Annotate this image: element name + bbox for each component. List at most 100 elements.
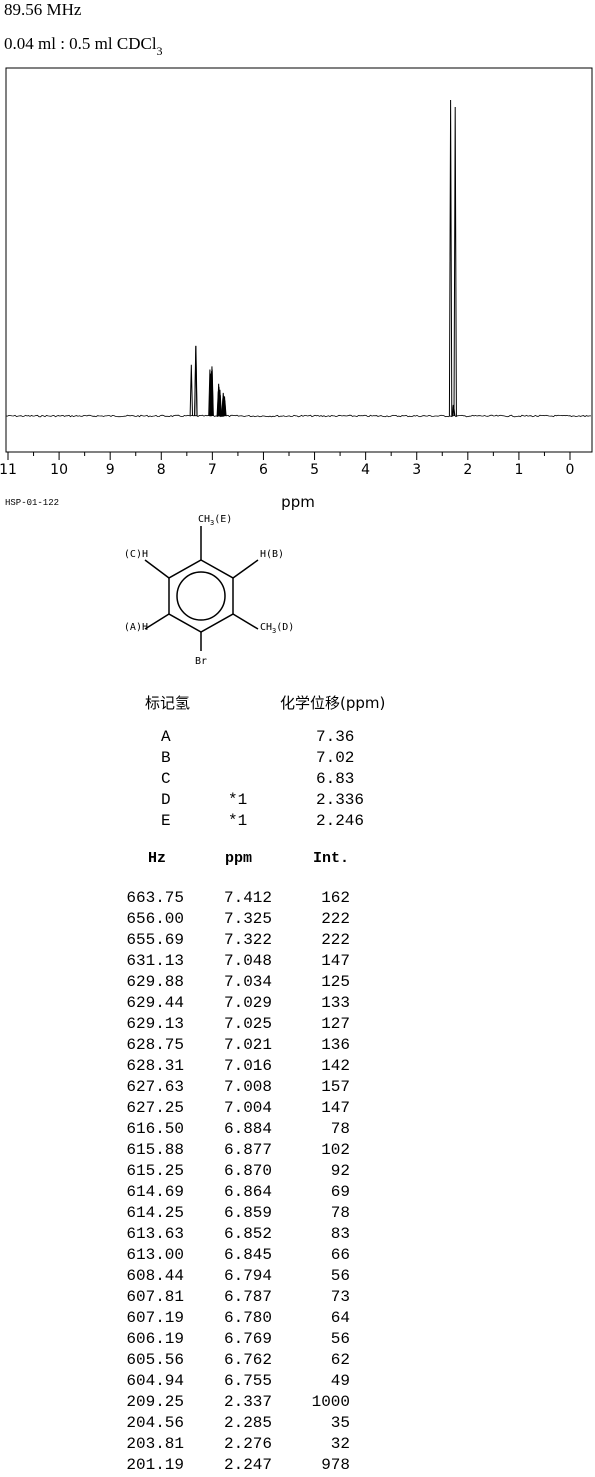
peak-ppm: 7.322 [223,931,272,949]
peak-row: 604.94 6.755 49 [0,1372,595,1393]
peak-hz: 627.63 [126,1078,184,1096]
peak-ppm: 7.034 [223,973,272,991]
peak-row: 615.88 6.877 102 [0,1141,595,1162]
peak-header-ppm: ppm [225,850,253,867]
x-tick-label: 7 [208,462,217,478]
peak-ppm: 7.004 [223,1099,272,1117]
assignment-shift: 2.336 [316,791,365,809]
peak-intensity: 66 [330,1246,350,1264]
peak-hz: 615.25 [126,1162,184,1180]
peak-hz: 608.44 [126,1267,184,1285]
peak-intensity: 64 [330,1309,350,1327]
peak-hz: 614.25 [126,1204,184,1222]
peak-hz: 204.56 [126,1414,184,1432]
peak-table-header: Hz ppm Int. [0,850,595,872]
peak-row: 607.81 6.787 73 [0,1288,595,1309]
bond-lower-right [232,613,259,630]
peak-ppm: 6.794 [223,1267,272,1285]
peak-hz: 631.13 [126,952,184,970]
assignment-header-shift: 化学位移(ppm) [280,694,386,712]
peak-row: 627.63 7.008 157 [0,1078,595,1099]
peak-ppm: 7.008 [223,1078,272,1096]
peak-hz: 629.44 [126,994,184,1012]
substituent-bonds [144,526,259,651]
peak-row: 614.69 6.864 69 [0,1183,595,1204]
peak-intensity: 56 [330,1267,350,1285]
peak-row: 628.75 7.021 136 [0,1036,595,1057]
peak-row: 616.50 6.884 78 [0,1120,595,1141]
peak-ppm: 6.864 [223,1183,272,1201]
peak-row: 629.88 7.034 125 [0,973,595,994]
assignment-header-hydrogen: 标记氢 [145,694,191,712]
peak-intensity: 125 [321,973,350,991]
peak-hz: 663.75 [126,889,184,907]
peak-hz: 209.25 [126,1393,184,1411]
assignment-note: *1 [228,791,248,809]
peak-ppm: 6.852 [223,1225,272,1243]
sample-description: 0.04 ml : 0.5 ml CDCl3 [4,34,163,59]
assignment-note: *1 [228,812,248,830]
spectrum-code: HSP-01-122 [5,498,60,508]
peak-intensity: 62 [330,1351,350,1369]
x-tick-label: 9 [106,462,115,478]
peak-row: 629.13 7.025 127 [0,1015,595,1036]
assignment-label: C [161,770,171,788]
peak-hz: 629.88 [126,973,184,991]
peak-intensity: 133 [321,994,350,1012]
peak-ppm: 7.325 [223,910,272,928]
bond-lower-left [144,613,170,630]
x-tick-label: 6 [259,462,268,478]
peak-intensity: 147 [321,1099,350,1117]
peak-ppm: 7.412 [223,889,272,907]
peak-table: 663.75 7.412 162 656.00 7.325 222 655.69 7.322 2… [0,889,595,1477]
x-axis-tick-labels: 11 10 9 8 7 6 5 4 3 2 1 0 [0,462,574,478]
peak-intensity: 83 [330,1225,350,1243]
peak-row: 209.25 2.337 1000 [0,1393,595,1414]
peak-header-int: Int. [313,850,350,867]
peak-intensity: 978 [321,1456,350,1474]
peak-hz: 604.94 [126,1372,184,1390]
x-tick-label: 4 [361,462,370,478]
peak-row: 631.13 7.048 147 [0,952,595,973]
peak-hz: 201.19 [126,1456,184,1474]
peak-intensity: 102 [321,1141,350,1159]
peak-ppm: 6.780 [223,1309,272,1327]
spectrum-baseline [5,414,591,418]
x-axis-ticks [7,452,571,460]
peak-hz: 629.13 [126,1015,184,1033]
peak-hz: 606.19 [126,1330,184,1348]
peak-hz: 628.31 [126,1057,184,1075]
spectrum-peak [189,364,194,417]
peak-row: 655.69 7.322 222 [0,931,595,952]
label-br: Br [195,656,207,667]
assignment-row: D *1 2.336 [0,791,595,812]
peak-ppm: 6.845 [223,1246,272,1264]
peak-intensity: 222 [321,910,350,928]
peak-ppm: 6.859 [223,1204,272,1222]
assignment-row: E *1 2.246 [0,812,595,833]
peak-row: 606.19 6.769 56 [0,1330,595,1351]
peak-row: 627.25 7.004 147 [0,1099,595,1120]
peak-header-hz: Hz [148,850,167,867]
spectrum-peak [453,106,457,417]
peak-intensity: 35 [330,1414,350,1432]
peak-ppm: 7.016 [223,1057,272,1075]
peak-intensity: 127 [321,1015,350,1033]
peak-intensity: 78 [330,1120,350,1138]
peak-hz: 613.63 [126,1225,184,1243]
x-tick-label: 11 [0,462,17,478]
peak-hz: 607.81 [126,1288,184,1306]
peak-hz: 628.75 [126,1036,184,1054]
peak-ppm: 6.877 [223,1141,272,1159]
nmr-spectrum-chart: 11 10 9 8 7 6 5 4 3 2 1 0 ppm [0,67,593,511]
assignment-row: B 7.02 [0,749,595,770]
peak-ppm: 7.021 [223,1036,272,1054]
peak-intensity: 56 [330,1330,350,1348]
sample-description-main: 0.04 ml : 0.5 ml CDCl [4,34,157,53]
peak-intensity: 49 [330,1372,350,1390]
peak-intensity: 1000 [311,1393,350,1411]
peak-intensity: 73 [330,1288,350,1306]
peak-intensity: 142 [321,1057,350,1075]
peak-row: 613.00 6.845 66 [0,1246,595,1267]
peak-hz: 605.56 [126,1351,184,1369]
